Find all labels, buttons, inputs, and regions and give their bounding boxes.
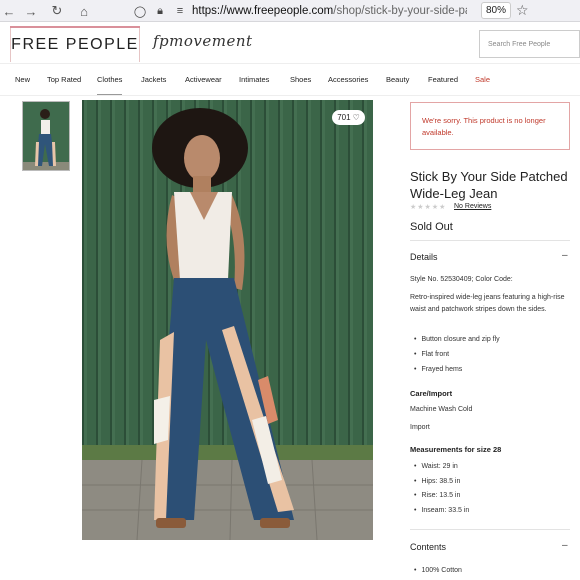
measurements-heading: Measurements for size 28 <box>410 445 502 454</box>
care-text: Machine Wash Cold <box>410 406 473 413</box>
details-heading[interactable]: Details <box>410 252 438 262</box>
divider <box>410 529 570 530</box>
url-host: https://www.freepeople.com <box>192 5 334 17</box>
contents-heading[interactable]: Contents <box>410 542 446 552</box>
rating-stars-icon: ★★★★★ <box>410 204 447 211</box>
product-photo[interactable]: 701 ♡ <box>82 100 373 540</box>
nav-item-shoes[interactable]: Shoes <box>290 75 311 84</box>
care-heading: Care/Import <box>410 389 453 398</box>
nav-item-top-rated[interactable]: Top Rated <box>47 75 81 84</box>
style-number: Style No. 52530409; Color Code: <box>410 276 513 283</box>
unavailable-notice: We're sorry. This product is no longer a… <box>410 102 570 150</box>
nav-item-intimates[interactable]: Intimates <box>239 75 269 84</box>
logo-link[interactable]: FREE PEOPLE <box>10 26 140 62</box>
feature-item: Frayed hems <box>414 366 462 373</box>
measurement-item: Inseam: 33.5 in <box>414 507 469 514</box>
collapse-minus-icon[interactable]: – <box>562 540 568 551</box>
forward-arrow-icon[interactable]: → <box>22 2 40 20</box>
star-icon[interactable]: ☆ <box>516 2 529 19</box>
feature-item: Flat front <box>414 351 449 358</box>
stock-status: Sold Out <box>410 221 453 233</box>
model-image <box>82 100 373 540</box>
url-text[interactable]: https://www.freepeople.com/shop/stick-by… <box>192 5 467 17</box>
search-input[interactable]: Search Free People <box>479 30 580 58</box>
heart-icon: ♡ <box>352 113 360 122</box>
nav-item-sale[interactable]: Sale <box>475 75 490 84</box>
like-button[interactable]: 701 ♡ <box>332 110 365 125</box>
site-header: FREE PEOPLE fpmovement Search Free Peopl… <box>0 22 580 64</box>
nav-item-new[interactable]: New <box>15 75 30 84</box>
collapse-minus-icon[interactable]: – <box>562 250 568 261</box>
nav-item-clothes[interactable]: Clothes <box>97 75 123 95</box>
address-bar[interactable]: ◯ 🔒︎ ≡ https://www.freepeople.com/shop/s… <box>132 1 477 21</box>
browser-toolbar: ← → ↻ ⌂ ◯ 🔒︎ ≡ https://www.freepeople.co… <box>0 0 580 22</box>
lock-icon[interactable]: 🔒︎ <box>152 3 168 19</box>
nav-item-beauty[interactable]: Beauty <box>386 75 409 84</box>
product-thumbnail[interactable] <box>22 101 70 171</box>
nav-item-activewear[interactable]: Activewear <box>185 75 222 84</box>
thumbnail-image <box>23 102 69 170</box>
like-count: 701 <box>337 113 351 122</box>
nav-item-jackets[interactable]: Jackets <box>141 75 166 84</box>
divider <box>410 240 570 241</box>
permissions-icon[interactable]: ≡ <box>172 3 188 19</box>
nav-item-accessories[interactable]: Accessories <box>328 75 368 84</box>
category-nav: New Top Rated Clothes Jackets Activewear… <box>0 66 580 96</box>
measurement-item: Hips: 38.5 in <box>414 478 460 485</box>
shield-icon[interactable]: ◯ <box>132 3 148 19</box>
back-arrow-icon[interactable]: ← <box>0 2 18 20</box>
free-people-logo: FREE PEOPLE <box>11 35 139 53</box>
fp-movement-logo[interactable]: fpmovement <box>153 32 253 50</box>
home-icon[interactable]: ⌂ <box>75 2 93 20</box>
feature-item: Button closure and zip fly <box>414 336 499 343</box>
contents-item: 100% Cotton <box>414 567 461 574</box>
measurement-item: Rise: 13.5 in <box>414 492 460 499</box>
reload-icon[interactable]: ↻ <box>48 2 66 20</box>
product-description: Retro-inspired wide-leg jeans featuring … <box>410 294 565 313</box>
measurement-item: Waist: 29 in <box>414 463 457 470</box>
zoom-level[interactable]: 80% <box>481 2 511 19</box>
reviews-link[interactable]: No Reviews <box>454 203 491 210</box>
product-title: Stick By Your Side Patched Wide-Leg Jean <box>410 169 568 201</box>
import-text: Import <box>410 424 430 431</box>
nav-item-featured[interactable]: Featured <box>428 75 458 84</box>
url-path: /shop/stick-by-your-side-patc <box>333 5 467 17</box>
